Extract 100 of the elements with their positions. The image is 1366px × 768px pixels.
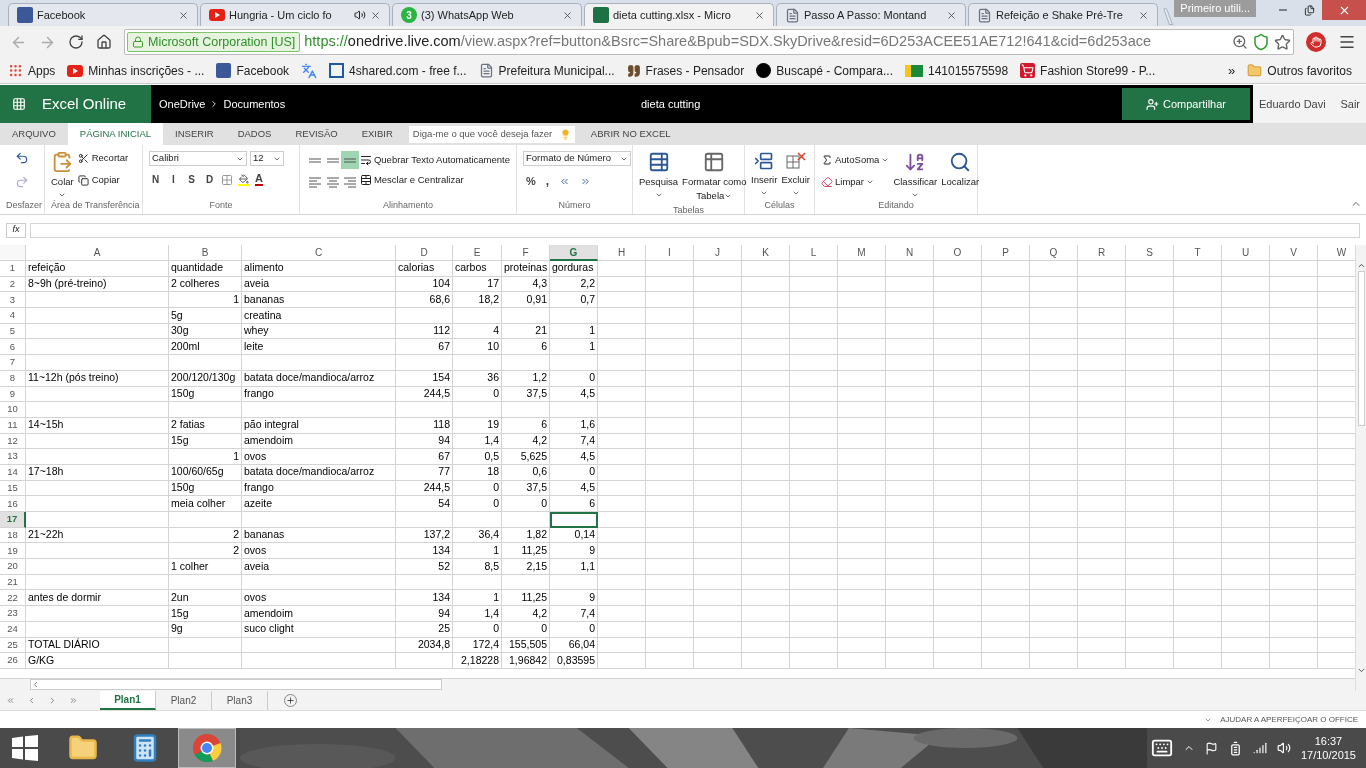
close-icon[interactable] xyxy=(178,9,189,21)
menu-icon[interactable] xyxy=(1338,33,1356,51)
column-header[interactable]: W xyxy=(1318,245,1355,261)
keyboard-icon[interactable] xyxy=(1150,737,1173,759)
identity-badge[interactable]: Microsoft Corporation [US] xyxy=(127,32,301,52)
add-sheet-button[interactable] xyxy=(284,694,297,707)
function-button[interactable]: fx xyxy=(6,222,26,238)
volume-icon[interactable] xyxy=(1276,741,1291,755)
column-header[interactable]: V xyxy=(1270,245,1318,261)
user-name[interactable]: Eduardo Davi xyxy=(1259,95,1326,113)
bookmark[interactable]: Apps xyxy=(8,61,56,80)
bookmark-star-icon[interactable] xyxy=(1274,33,1291,51)
number-format-dropdown[interactable]: Formato de Número xyxy=(523,151,631,166)
browser-tab[interactable]: Facebook xyxy=(8,3,198,26)
paste-button[interactable]: Colar xyxy=(51,151,74,200)
column-header[interactable]: E xyxy=(453,245,502,261)
column-header[interactable]: C xyxy=(242,245,396,261)
font-family-dropdown[interactable]: Calibri xyxy=(149,151,247,166)
browser-tab[interactable]: Hungria - Um ciclo fo xyxy=(200,3,390,26)
row-header[interactable]: 26 xyxy=(0,653,26,669)
row-header[interactable]: 14 xyxy=(0,464,26,481)
column-header[interactable]: H xyxy=(598,245,646,261)
row-header[interactable]: 3 xyxy=(0,292,26,309)
copy-button[interactable]: Copiar xyxy=(77,173,129,188)
column-header[interactable]: J xyxy=(694,245,742,261)
row-header[interactable]: 15 xyxy=(0,480,26,497)
font-color-button[interactable]: A xyxy=(255,173,263,186)
column-header[interactable]: S xyxy=(1126,245,1174,261)
row-header[interactable]: 25 xyxy=(0,637,26,654)
font-style-button[interactable]: S xyxy=(185,172,198,187)
scroll-up-icon[interactable] xyxy=(1356,261,1366,270)
sign-out-link[interactable]: Sair xyxy=(1340,95,1360,113)
feedback-link[interactable]: AJUDAR A APERFEIÇOAR O OFFICE xyxy=(1220,713,1358,726)
format-table-button[interactable]: Formatar como Tabela xyxy=(682,151,747,204)
column-header[interactable]: R xyxy=(1078,245,1126,261)
redo-icon[interactable] xyxy=(15,175,29,189)
sheet-tab[interactable]: Plan2 xyxy=(156,691,212,710)
tell-me-field[interactable]: Diga-me o que você deseja fazer xyxy=(408,125,575,143)
vertical-scrollbar[interactable] xyxy=(1355,245,1366,691)
close-icon[interactable] xyxy=(562,9,573,21)
row-header[interactable]: 12 xyxy=(0,433,26,450)
flag-icon[interactable] xyxy=(1204,741,1218,755)
comma-button[interactable]: , xyxy=(545,172,550,190)
merge-button[interactable]: Mesclar e Centralizar xyxy=(359,173,510,188)
font-style-button[interactable]: N xyxy=(149,172,162,187)
scroll-thumb[interactable] xyxy=(1357,271,1365,426)
row-header[interactable]: 20 xyxy=(0,559,26,575)
stop-hand-icon[interactable] xyxy=(1306,32,1326,52)
bookmark-folder[interactable]: Outros favoritos xyxy=(1247,61,1352,80)
close-icon[interactable] xyxy=(754,9,765,21)
row-header[interactable]: 22 xyxy=(0,590,26,607)
browser-tab[interactable]: 3 (3) WhatsApp Web xyxy=(392,3,582,26)
sheet-tab[interactable]: Plan1 xyxy=(100,691,156,710)
ribbon-tab[interactable]: ARQUIVO xyxy=(0,123,68,145)
row-header[interactable]: 6 xyxy=(0,339,26,356)
column-header[interactable]: U xyxy=(1222,245,1270,261)
font-size-dropdown[interactable]: 12 xyxy=(250,151,284,166)
row-header[interactable]: 1 xyxy=(0,261,26,277)
ribbon-tab[interactable]: REVISÃO xyxy=(283,123,350,145)
column-header[interactable]: D xyxy=(396,245,453,261)
cut-button[interactable]: Recortar xyxy=(77,151,129,166)
bookmark[interactable]: Minhas inscrições - ... xyxy=(67,61,205,80)
sheet-tab[interactable]: Plan3 xyxy=(212,691,268,710)
bookmark[interactable]: 4shared.com - free f... xyxy=(329,61,467,80)
address-bar[interactable]: Microsoft Corporation [US] https://onedrive.live.com/view.aspx?ref=button&Bsrc=Share&Bpub=SDX.SkyDrive&resid=6D253ACEE51AE712!641&cid=6d253ace xyxy=(124,29,1294,55)
bookmark[interactable]: 141015575598 xyxy=(905,61,1009,80)
home-icon[interactable] xyxy=(96,34,112,50)
bookmark[interactable]: Frases - Pensador xyxy=(626,61,745,80)
wrap-text-button[interactable]: Quebrar Texto Automaticamente xyxy=(359,153,510,168)
column-header[interactable]: I xyxy=(646,245,694,261)
bookmark[interactable]: Fashion Store99 - P... xyxy=(1020,61,1156,80)
sort-button[interactable]: Classificar xyxy=(893,151,938,200)
column-header[interactable]: M xyxy=(838,245,886,261)
row-header[interactable]: 2 xyxy=(0,276,26,293)
row-header[interactable]: 18 xyxy=(0,527,26,544)
row-header[interactable]: 11 xyxy=(0,417,26,434)
bookmark[interactable]: Buscapé - Compara... xyxy=(756,61,893,80)
row-header[interactable]: 23 xyxy=(0,606,26,622)
last-sheet-icon[interactable] xyxy=(69,696,78,705)
app-launcher-icon[interactable] xyxy=(12,97,26,111)
breadcrumb-link[interactable]: OneDrive xyxy=(159,95,206,113)
align-button[interactable] xyxy=(341,151,360,169)
bookmark[interactable]: Prefeitura Municipal... xyxy=(478,61,615,80)
percent-button[interactable]: % xyxy=(526,172,536,190)
column-header[interactable]: O xyxy=(934,245,982,261)
browser-tab[interactable]: Refeição e Shake Pré-Tre xyxy=(968,3,1158,26)
font-style-button[interactable]: D xyxy=(203,172,216,187)
more-bookmarks-button[interactable]: » xyxy=(1228,60,1236,81)
taskbar-button[interactable] xyxy=(178,728,236,768)
row-header[interactable]: 24 xyxy=(0,621,26,638)
undo-icon[interactable] xyxy=(15,151,29,165)
signal-icon[interactable] xyxy=(1252,741,1267,755)
scroll-left-icon[interactable] xyxy=(31,680,40,689)
column-header[interactable]: B xyxy=(169,245,242,261)
selected-cell[interactable] xyxy=(550,512,598,528)
close-icon[interactable] xyxy=(370,9,381,21)
column-header[interactable]: T xyxy=(1174,245,1222,261)
column-header[interactable]: L xyxy=(790,245,838,261)
browser-tab[interactable]: dieta cutting.xlsx - Micro xyxy=(584,3,774,26)
column-header[interactable]: K xyxy=(742,245,790,261)
